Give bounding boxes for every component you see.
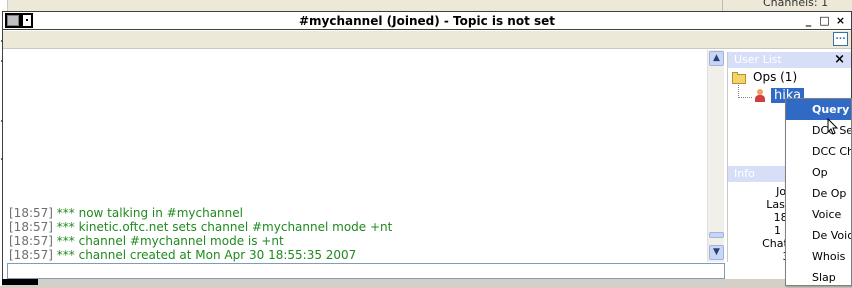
chat-line: [18:57] *** channel created at Mon Apr 3… bbox=[9, 248, 709, 262]
channel-count-text: Channels: 1 bbox=[763, 0, 829, 9]
chat-scrollbar[interactable]: ▲ ▼ bbox=[707, 50, 724, 262]
info-title: Info bbox=[734, 167, 755, 180]
menu-item-voice[interactable]: Voice bbox=[786, 204, 851, 225]
chat-log[interactable]: [18:57] *** now talking in #mychannel [1… bbox=[9, 50, 709, 262]
timestamp: [18:57] bbox=[9, 206, 53, 220]
toolbar: ... bbox=[3, 31, 851, 49]
user-context-menu: Query DCC Send DCC Chat Op De Op Voice D… bbox=[785, 98, 852, 286]
menu-item-whois[interactable]: Whois bbox=[786, 246, 851, 267]
scroll-thumb[interactable] bbox=[709, 232, 724, 238]
menu-item-query[interactable]: Query bbox=[786, 99, 851, 120]
mouse-cursor-icon bbox=[827, 118, 839, 135]
user-list-header: User List × bbox=[728, 52, 851, 68]
more-options-button[interactable]: ... bbox=[833, 32, 848, 46]
menu-item-slap[interactable]: Slap bbox=[786, 267, 851, 288]
menu-item-op[interactable]: Op bbox=[786, 162, 851, 183]
message-input[interactable] bbox=[7, 263, 725, 279]
chat-line: [18:57] *** now talking in #mychannel bbox=[9, 206, 709, 220]
tree-connector bbox=[738, 85, 752, 98]
user-list-close-icon[interactable]: × bbox=[834, 52, 845, 68]
menu-item-de-voice[interactable]: De Voice bbox=[786, 225, 851, 246]
scroll-down-arrow-icon[interactable]: ▼ bbox=[709, 245, 724, 260]
close-button[interactable]: × bbox=[834, 14, 847, 27]
timestamp: [18:57] bbox=[9, 234, 53, 248]
user-list-title: User List bbox=[734, 53, 782, 66]
maximize-button[interactable]: □ bbox=[818, 14, 831, 27]
chat-line: [18:57] *** kinetic.oftc.net sets channe… bbox=[9, 220, 709, 234]
ops-group-label[interactable]: Ops (1) bbox=[753, 70, 797, 84]
folder-icon bbox=[732, 72, 748, 84]
message-text: *** channel created at Mon Apr 30 18:55:… bbox=[56, 248, 357, 262]
menu-item-dcc-chat[interactable]: DCC Chat bbox=[786, 141, 851, 162]
chat-lines: [18:57] *** now talking in #mychannel [1… bbox=[9, 206, 709, 262]
horizontal-scrollbar[interactable] bbox=[2, 279, 852, 286]
title-bar[interactable]: #mychannel (Joined) - Topic is not set _… bbox=[3, 12, 851, 30]
menu-item-dcc-send[interactable]: DCC Send bbox=[786, 120, 851, 141]
message-text: *** kinetic.oftc.net sets channel #mycha… bbox=[56, 220, 393, 234]
channel-window: #mychannel (Joined) - Topic is not set _… bbox=[2, 11, 852, 283]
scroll-thumb[interactable] bbox=[2, 279, 38, 285]
chat-line: [18:57] *** channel #mychannel mode is +… bbox=[9, 234, 709, 248]
menu-item-de-op[interactable]: De Op bbox=[786, 183, 851, 204]
message-text: *** channel #mychannel mode is +nt bbox=[56, 234, 284, 248]
user-icon bbox=[754, 89, 766, 103]
message-text: *** now talking in #mychannel bbox=[56, 206, 243, 220]
minimize-button[interactable]: _ bbox=[802, 14, 815, 27]
scroll-up-arrow-icon[interactable]: ▲ bbox=[709, 51, 724, 66]
window-title: #mychannel (Joined) - Topic is not set bbox=[298, 14, 556, 28]
timestamp: [18:57] bbox=[9, 248, 53, 262]
timestamp: [18:57] bbox=[9, 220, 53, 234]
